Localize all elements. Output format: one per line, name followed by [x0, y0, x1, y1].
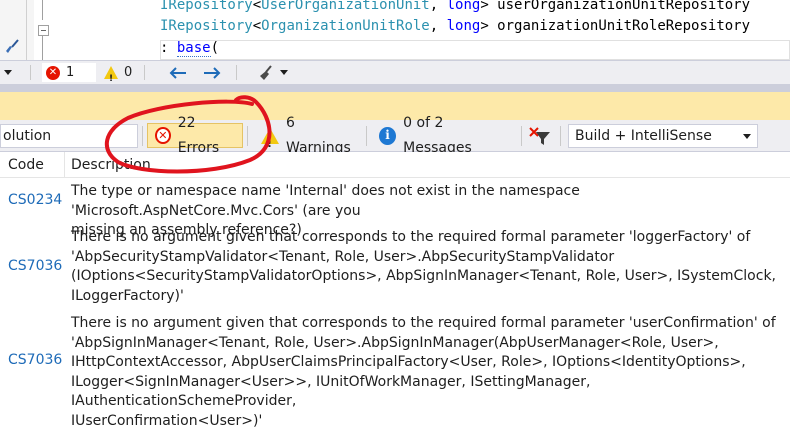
- editor-status-strip: 0 ✕ 1 0: [0, 60, 790, 91]
- errors-filter-button[interactable]: ✕ 22 Errors: [147, 115, 243, 156]
- code-token: long: [446, 18, 481, 34]
- separator: [366, 126, 367, 146]
- code-token: base: [176, 40, 211, 57]
- code-token: > organizationUnitRoleRepository: [480, 18, 751, 34]
- code-token: UserOrganizationUnit: [261, 0, 430, 13]
- code-line[interactable]: IRepository<OrganizationUnitRole, long> …: [160, 16, 750, 36]
- editor-warning-count[interactable]: 0: [104, 61, 133, 91]
- code-token: <: [252, 0, 262, 13]
- separator: [142, 126, 143, 146]
- error-list-title-bar: [0, 92, 790, 120]
- messages-filter-button[interactable]: i 0 of 2 Messages: [372, 115, 518, 156]
- gutter-divider: [26, 0, 27, 60]
- build-source-dropdown[interactable]: Build + IntelliSense: [568, 124, 758, 148]
- code-token: <: [252, 18, 262, 34]
- code-token: > userOrganizationUnitRepository: [480, 0, 751, 13]
- current-line-highlight: [160, 40, 790, 60]
- info-icon: i: [379, 126, 397, 145]
- cleanup-brush-icon[interactable]: [258, 64, 276, 82]
- code-token: ,: [429, 0, 447, 13]
- separator: [560, 126, 561, 146]
- code-token: OrganizationUnitRole: [261, 18, 430, 34]
- editor-error-count[interactable]: ✕ 1: [42, 63, 96, 82]
- chevron-down-icon[interactable]: [280, 70, 288, 75]
- error-description: There is no argument given that correspo…: [71, 229, 776, 304]
- error-code-link[interactable]: CS7036: [8, 352, 62, 368]
- code-token: IRepository: [160, 18, 253, 34]
- column-divider[interactable]: [64, 152, 65, 178]
- column-header-code[interactable]: Code: [8, 152, 44, 178]
- quick-action-brush-icon[interactable]: [4, 38, 22, 56]
- code-token: :: [160, 40, 177, 56]
- error-list-header: Code Description: [0, 152, 790, 178]
- code-token: long: [446, 0, 481, 13]
- error-code-link[interactable]: CS0234: [8, 192, 62, 208]
- build-source-label: Build + IntelliSense: [575, 128, 712, 144]
- code-token: (: [210, 40, 220, 56]
- table-row[interactable]: CS7036 There is no argument given that c…: [0, 312, 790, 429]
- separator: [30, 65, 31, 80]
- separator: [236, 65, 237, 80]
- chevron-down-icon: [4, 70, 12, 75]
- warning-icon: [104, 66, 118, 91]
- code-line[interactable]: IRepository<UserOrganizationUnit, long> …: [160, 0, 750, 15]
- separator: [521, 126, 522, 146]
- separator: [144, 65, 145, 80]
- fold-guide: [42, 0, 43, 20]
- splitter[interactable]: [0, 84, 790, 92]
- zoom-level[interactable]: 0: [4, 61, 12, 84]
- separator: [247, 126, 248, 146]
- navigate-back-icon[interactable]: [168, 65, 188, 81]
- error-description: There is no argument given that correspo…: [71, 315, 776, 429]
- navigate-forward-icon[interactable]: [202, 65, 222, 81]
- fold-guide: [42, 36, 43, 60]
- clear-filter-icon[interactable]: [526, 124, 554, 148]
- table-row[interactable]: CS0234 The type or namespace name 'Inter…: [0, 180, 790, 238]
- code-token: ,: [429, 18, 447, 34]
- error-count-label: 1: [66, 65, 75, 80]
- error-icon: ✕: [46, 65, 60, 80]
- column-header-description[interactable]: Description: [71, 152, 151, 178]
- fold-collapse-icon[interactable]: [38, 25, 49, 36]
- warnings-filter-button[interactable]: 6 Warnings: [254, 115, 362, 156]
- code-token: IRepository: [160, 0, 253, 13]
- code-editor[interactable]: IRepository<UserOrganizationUnit, long> …: [0, 0, 790, 60]
- code-line[interactable]: : base(: [160, 38, 219, 58]
- table-row[interactable]: CS7036 There is no argument given that c…: [0, 226, 790, 312]
- warning-icon: [261, 127, 279, 156]
- error-list-toolbar: olution ✕ 22 Errors 6 Warnings i 0 of 2 …: [0, 115, 790, 156]
- error-code-link[interactable]: CS7036: [8, 258, 62, 274]
- chevron-down-icon: [743, 134, 751, 139]
- scope-dropdown[interactable]: olution: [0, 124, 138, 148]
- scope-label: olution: [3, 128, 52, 144]
- error-icon: ✕: [155, 127, 171, 144]
- warning-count-label: 0: [124, 65, 133, 80]
